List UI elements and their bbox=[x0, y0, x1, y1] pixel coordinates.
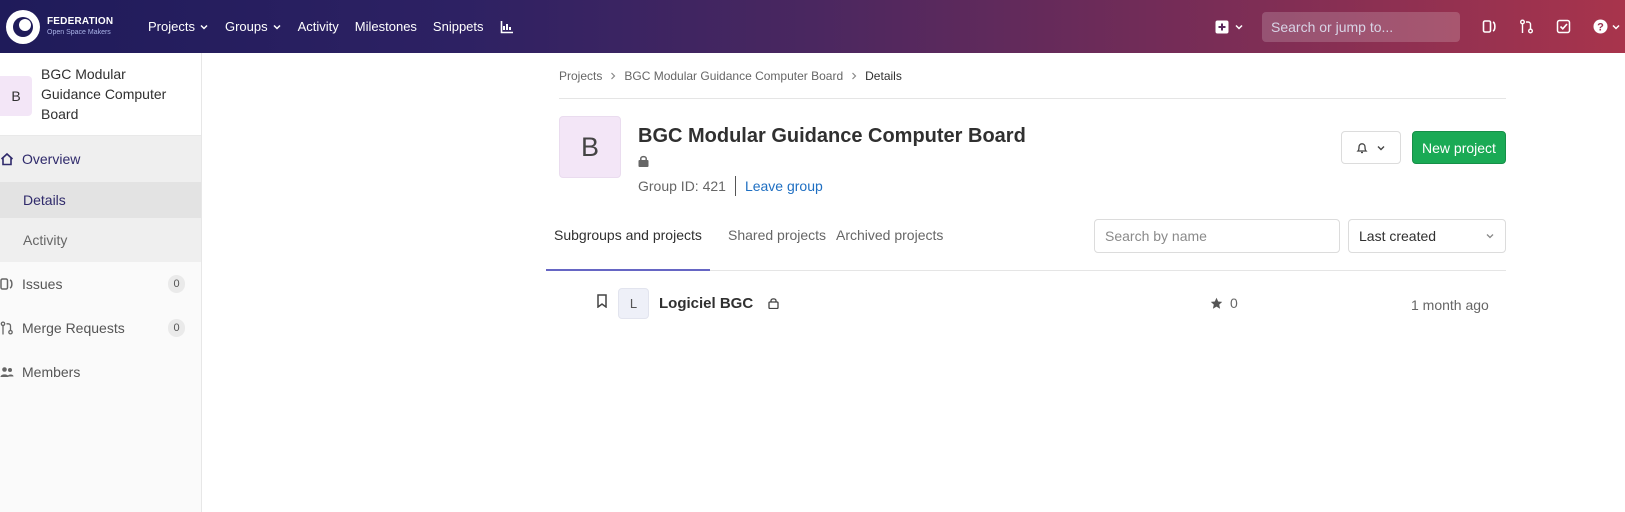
project-star-count: 0 bbox=[1230, 295, 1238, 311]
tab-shared-projects[interactable]: Shared projects bbox=[728, 227, 826, 271]
main-content: Projects BGC Modular Guidance Computer B… bbox=[546, 53, 1506, 337]
sidebar-issues-label: Issues bbox=[22, 276, 63, 292]
chevron-down-icon bbox=[1486, 234, 1494, 239]
breadcrumb-group-link[interactable]: BGC Modular Guidance Computer Board bbox=[624, 69, 843, 83]
notification-settings-button[interactable] bbox=[1341, 131, 1401, 164]
help-icon: ? bbox=[1593, 19, 1608, 34]
group-avatar-small: B bbox=[0, 76, 32, 116]
project-row[interactable]: L Logiciel BGC 0 1 month ago bbox=[559, 271, 1506, 337]
chevron-down-icon bbox=[273, 24, 281, 30]
issues-icon bbox=[1482, 20, 1496, 33]
sidebar-context-header[interactable]: B BGC Modular Guidance Computer Board bbox=[0, 53, 201, 136]
todos-nav-button[interactable] bbox=[1556, 19, 1571, 34]
sidebar-item-merge-requests[interactable]: Merge Requests 0 bbox=[0, 306, 201, 350]
brand-name: FEDERATION bbox=[47, 16, 114, 27]
group-title: BGC Modular Guidance Computer Board bbox=[638, 125, 1026, 147]
chevron-right-icon bbox=[852, 72, 857, 79]
users-icon bbox=[0, 367, 14, 377]
nav-milestones-link[interactable]: Milestones bbox=[355, 19, 417, 34]
merge-request-icon bbox=[1520, 19, 1533, 34]
star-icon bbox=[1210, 297, 1223, 309]
merge-request-icon bbox=[0, 321, 13, 335]
nav-projects-label: Projects bbox=[148, 19, 195, 34]
group-sidebar: B BGC Modular Guidance Computer Board Ov… bbox=[0, 53, 202, 512]
global-search-box[interactable] bbox=[1262, 11, 1460, 42]
chart-icon bbox=[500, 20, 513, 33]
help-dropdown-button[interactable]: ? bbox=[1593, 19, 1621, 34]
chevron-down-icon bbox=[1377, 145, 1385, 150]
lock-icon bbox=[768, 298, 779, 309]
sidebar-subitem-details[interactable]: Details bbox=[0, 182, 201, 218]
project-avatar: L bbox=[618, 288, 649, 319]
group-meta: Group ID: 421 Leave group bbox=[638, 176, 823, 196]
new-project-button[interactable]: New project bbox=[1412, 131, 1506, 164]
leave-group-link[interactable]: Leave group bbox=[745, 178, 823, 194]
sort-selected-label: Last created bbox=[1359, 228, 1437, 244]
merge-requests-count-badge: 0 bbox=[168, 319, 185, 337]
breadcrumb: Projects BGC Modular Guidance Computer B… bbox=[559, 53, 1506, 99]
group-tabs: Subgroups and projects Shared projects A… bbox=[546, 211, 1506, 271]
tab-archived-projects[interactable]: Archived projects bbox=[836, 227, 943, 271]
bell-icon bbox=[1356, 142, 1368, 153]
group-avatar: B bbox=[559, 116, 621, 178]
plus-square-icon bbox=[1215, 20, 1229, 33]
merge-requests-nav-button[interactable] bbox=[1519, 19, 1534, 34]
nav-groups-label: Groups bbox=[224, 19, 268, 34]
sidebar-group-name: BGC Modular Guidance Computer Board bbox=[41, 66, 167, 122]
sidebar-item-issues[interactable]: Issues 0 bbox=[0, 262, 201, 306]
chevron-down-icon bbox=[1235, 24, 1243, 30]
sort-dropdown[interactable]: Last created bbox=[1348, 219, 1506, 253]
issues-nav-button[interactable] bbox=[1482, 19, 1497, 34]
nav-snippets-link[interactable]: Snippets bbox=[433, 19, 484, 34]
federation-logo-icon bbox=[6, 9, 40, 44]
new-dropdown-button[interactable] bbox=[1215, 20, 1244, 34]
brand-logo-link[interactable]: FEDERATION Open Space Makers bbox=[6, 9, 136, 44]
sidebar-item-members[interactable]: Members bbox=[0, 350, 201, 394]
project-name-link[interactable]: Logiciel BGC bbox=[659, 295, 753, 312]
issues-icon bbox=[0, 278, 13, 290]
sidebar-members-label: Members bbox=[22, 364, 81, 380]
group-id: Group ID: 421 bbox=[638, 178, 726, 194]
nav-analytics-link[interactable] bbox=[500, 20, 514, 34]
nav-projects-dropdown[interactable]: Projects bbox=[148, 19, 209, 34]
project-stars: 0 bbox=[1210, 295, 1238, 311]
brand-subtitle: Open Space Makers bbox=[47, 29, 111, 36]
nav-activity-link[interactable]: Activity bbox=[298, 19, 339, 34]
lock-icon bbox=[638, 155, 649, 167]
home-icon bbox=[0, 152, 14, 166]
global-search-input[interactable] bbox=[1271, 18, 1452, 35]
project-updated-time: 1 month ago bbox=[1411, 297, 1489, 313]
group-header: B BGC Modular Guidance Computer Board Gr… bbox=[559, 99, 1506, 211]
breadcrumb-current: Details bbox=[865, 68, 902, 83]
top-navbar: FEDERATION Open Space Makers Projects Gr… bbox=[0, 0, 1625, 53]
sidebar-item-overview[interactable]: Overview bbox=[0, 136, 201, 182]
bookmark-icon[interactable] bbox=[596, 294, 608, 308]
sidebar-merge-requests-label: Merge Requests bbox=[22, 320, 125, 336]
breadcrumb-projects-link[interactable]: Projects bbox=[559, 69, 602, 83]
nav-groups-dropdown[interactable]: Groups bbox=[225, 19, 282, 34]
tab-subgroups-and-projects[interactable]: Subgroups and projects bbox=[546, 227, 710, 271]
svg-text:?: ? bbox=[1597, 22, 1604, 34]
issues-count-badge: 0 bbox=[168, 275, 185, 293]
chevron-down-icon bbox=[200, 24, 208, 30]
chevron-down-icon bbox=[1612, 24, 1620, 30]
chevron-right-icon bbox=[611, 72, 616, 79]
sidebar-subitem-activity[interactable]: Activity bbox=[0, 218, 201, 262]
todo-check-icon bbox=[1556, 19, 1571, 34]
filter-by-name-input[interactable] bbox=[1094, 219, 1340, 253]
sidebar-overview-label: Overview bbox=[22, 151, 81, 167]
